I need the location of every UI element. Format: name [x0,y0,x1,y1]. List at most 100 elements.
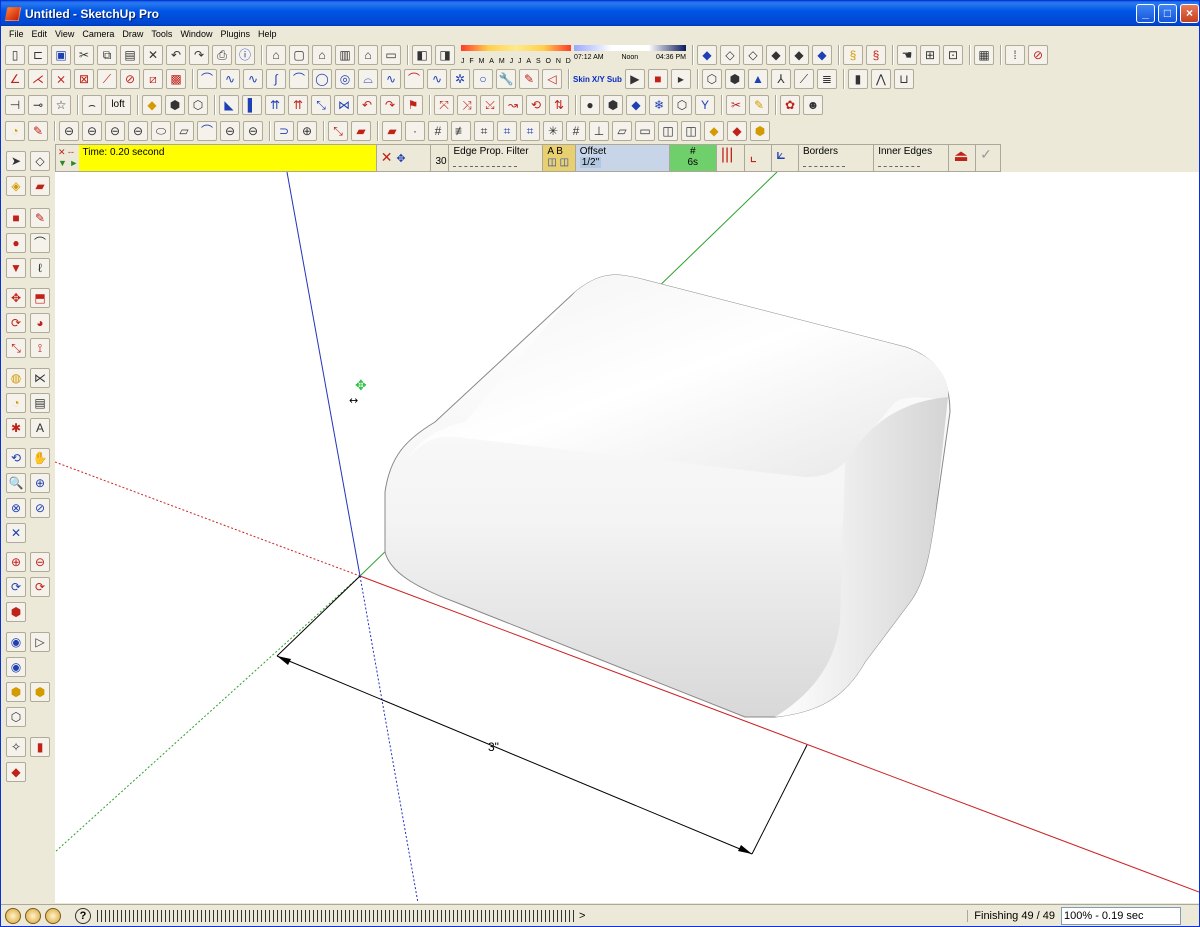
shadow-settings-icon[interactable]: ◨ [435,45,455,65]
spline-tool-icon[interactable]: ⋌ [28,69,48,89]
next-icon[interactable]: ▸ [670,69,691,89]
round-corner-3-icon[interactable]: ⊖ [105,121,125,141]
orbit-tool-icon[interactable]: ⟲ [6,448,26,468]
flag-tool-icon[interactable]: ⚑ [403,95,423,115]
fredo-bend-icon[interactable]: ↝ [503,95,523,115]
protractor-icon[interactable]: ◔ [6,393,26,413]
undo-icon[interactable]: ↶ [166,45,186,65]
box-3d-icon[interactable]: ◫ [658,121,678,141]
brush-tool-icon[interactable]: ✎ [749,95,769,115]
back-view-icon[interactable]: ⌂ [358,45,378,65]
fredo-scale-icon[interactable]: ⤧ [434,95,454,115]
pyramid-icon[interactable]: ▲ [747,69,768,89]
protractor-tool-icon[interactable]: ◔ [5,121,25,141]
curve-wave2-icon[interactable]: ∿ [381,69,401,89]
borders-field-1[interactable] [802,159,823,167]
shaded-style-icon[interactable]: ◆ [766,45,786,65]
walk-tool-icon[interactable]: ◉ [6,657,26,677]
parallel-lines-icon[interactable]: ||| [715,145,745,171]
section-display-icon[interactable]: ◆ [6,762,26,782]
panel-close-icon[interactable]: ✕ -- ▼ ► [56,145,79,171]
next-view-icon[interactable]: ✕ [6,523,26,543]
box-3d-2-icon[interactable]: ◫ [681,121,701,141]
photo-texture-icon[interactable]: ⟳ [6,577,26,597]
toggle-terrain-icon[interactable]: ⊖ [30,552,50,572]
add-location-icon[interactable]: ⊕ [6,552,26,572]
rotate-back-icon[interactable]: ↶ [357,95,377,115]
pan-tool-icon[interactable]: ✋ [30,448,50,468]
menu-camera[interactable]: Camera [78,29,118,39]
3d-text-icon[interactable]: A [30,418,50,438]
fredo-rotate-icon[interactable]: ⟲ [526,95,546,115]
round-corner-8-icon[interactable]: ⊖ [220,121,240,141]
hand-tool-icon[interactable]: ☚ [897,45,917,65]
menu-file[interactable]: File [5,29,28,39]
scissors-red-icon[interactable]: ✂ [726,95,746,115]
group-tool-icon[interactable]: ⊡ [943,45,963,65]
position-camera-icon[interactable]: ▷ [30,632,50,652]
cube-grid-icon[interactable]: ⬢ [724,69,745,89]
text-tool-icon[interactable]: ▤ [30,393,50,413]
fredo-move-icon[interactable]: ⇅ [549,95,569,115]
sketchup-app-icon[interactable] [4,6,22,21]
new-file-icon[interactable]: ▯ [5,45,25,65]
bezier-tool-icon[interactable]: ∠ [5,69,25,89]
hash-1-icon[interactable]: # [428,121,448,141]
square-tool-icon[interactable]: ⊠ [74,69,94,89]
fredo-stretch-icon[interactable]: ⤨ [457,95,477,115]
no-entry-tool-icon[interactable]: ⊘ [1028,45,1048,65]
blue-cube-icon[interactable]: ◆ [626,95,646,115]
maximize-button[interactable]: □ [1158,4,1177,23]
freehand-tool-icon[interactable]: ℓ [30,258,50,278]
fold-tool-icon[interactable]: ⋀ [870,69,891,89]
circle-tool-icon[interactable]: ● [6,233,26,253]
cancel-icon[interactable]: ✕ ✥ [375,145,431,171]
shadow-month-slider[interactable]: J F M A M J J A S O N D [461,45,571,65]
xy-button[interactable]: X/Y [592,75,605,84]
circle-slash-tool-icon[interactable]: ⊘ [120,69,140,89]
pencil-tool-icon[interactable]: ✎ [28,121,48,141]
star-tool-icon[interactable]: ☆ [51,95,71,115]
lasso-tool-icon[interactable]: ⊃ [274,121,294,141]
hash-4-icon[interactable]: ⌗ [497,121,517,141]
hidden-line-style-icon[interactable]: ◇ [743,45,763,65]
xray-style-icon[interactable]: ◆ [697,45,717,65]
measure-tool-icon[interactable]: ⤡ [328,121,348,141]
diagonal-tool-icon[interactable]: ⤡ [311,95,331,115]
plane-tool-icon[interactable]: ▱ [612,121,632,141]
ruby-console-icon[interactable]: § [866,45,886,65]
previous-view-icon[interactable]: ⊘ [30,498,50,518]
model-info-icon[interactable]: ⓘ [235,45,255,65]
curve-bend-icon[interactable]: ⌒ [289,69,309,89]
round-corner-9-icon[interactable]: ⊖ [243,121,263,141]
polygon-tool-icon[interactable]: ▼ [6,258,26,278]
section-plane-tool-icon[interactable]: ✧ [6,737,26,757]
menu-window[interactable]: Window [176,29,216,39]
hash-3-icon[interactable]: ⌗ [474,121,494,141]
knife-tool-icon[interactable]: ⟋ [793,69,814,89]
menu-plugins[interactable]: Plugins [216,29,254,39]
get-models-icon[interactable]: ⟳ [30,577,50,597]
box-magenta-icon[interactable]: ◆ [727,121,747,141]
curve-ring-icon[interactable]: ○ [473,69,493,89]
round-cube-wire-icon[interactable]: ⬡ [188,95,208,115]
close-button[interactable]: × [1180,4,1199,23]
round-cube-grey-icon[interactable]: ⬢ [165,95,185,115]
validate-check-icon[interactable]: ✓ [975,145,1000,171]
eraser-pink-icon[interactable]: ▰ [351,121,371,141]
measurements-box[interactable]: 100% - 0.19 sec [1061,907,1181,925]
bar-tool-icon[interactable]: ▌ [242,95,262,115]
skin-button[interactable]: Skin [573,75,590,84]
curve-arch-icon[interactable]: ⌓ [358,69,378,89]
book-tool-icon[interactable]: ▮ [847,69,868,89]
curve-arc-red-icon[interactable]: ⌒ [404,69,424,89]
edge-filter-field-2[interactable] [475,159,496,167]
sandbox-3-icon[interactable]: ⬡ [6,707,26,727]
curve-spiral-icon[interactable]: ◎ [335,69,355,89]
user-icon[interactable] [45,907,61,924]
menu-help[interactable]: Help [254,29,281,39]
dimension-tool-icon[interactable]: ⁞ [1005,45,1025,65]
panel-arrows-icon[interactable]: ▼ ► [58,158,78,168]
paint-bucket-icon[interactable]: ◈ [6,176,26,196]
curve-profile-icon[interactable]: ⌞ [744,145,771,171]
